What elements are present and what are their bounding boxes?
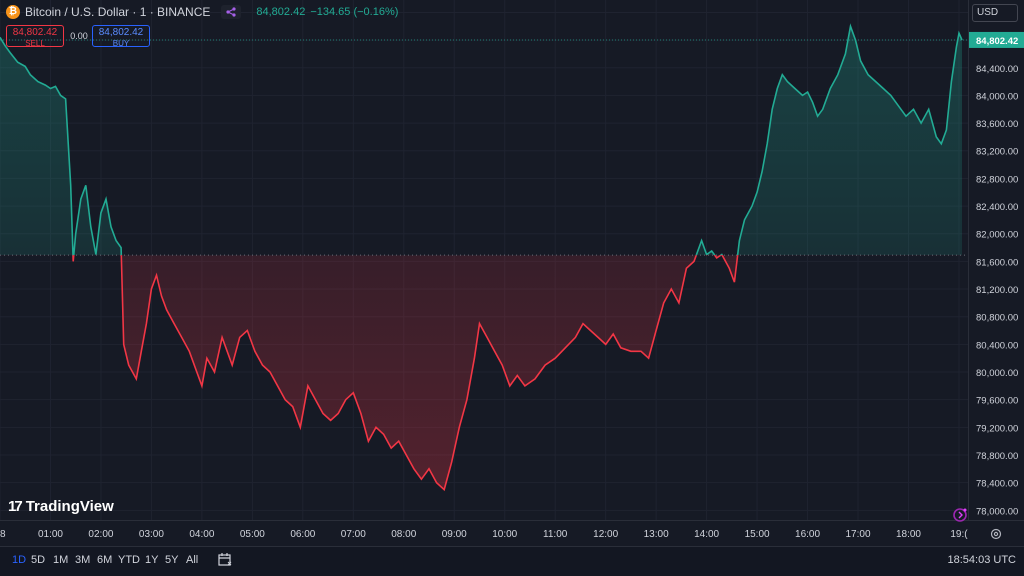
header-price: 84,802.42 [256,6,306,18]
x-tick-label: 04:00 [189,529,214,540]
price-scale[interactable]: 85,200.0084,800.0084,400.0084,000.0083,6… [968,0,1024,520]
price-axis: 85,200.0084,800.0084,400.0084,000.0083,6… [969,8,1024,517]
y-tick-label: 81,200.00 [976,285,1018,296]
utc-clock[interactable]: 18:54:03 UTC [948,554,1016,566]
bitcoin-icon: ₿ [6,5,20,19]
currency-selector[interactable]: USD [972,4,1018,22]
y-tick-label: 83,200.00 [976,147,1018,158]
range-button-5d[interactable]: 5D [31,554,45,566]
x-tick-label: 10:00 [492,529,517,540]
x-tick-label: 14:00 [694,529,719,540]
price-chart[interactable] [0,0,968,520]
x-tick-label: 07:00 [341,529,366,540]
time-axis: 8 01:00 02:00 03:00 04:00 05:00 06:00 07:00 08:0… [0,529,968,540]
y-tick-label: 79,200.00 [976,423,1018,434]
sell-button[interactable]: 84,802.42 SELL [6,25,64,48]
x-tick-label: 19:( [950,529,968,540]
buy-button[interactable]: 84,802.42 BUY [92,25,150,48]
sell-label: SELL [25,39,45,48]
chart-area[interactable] [0,0,968,520]
range-button-1y[interactable]: 1Y [145,554,158,566]
header-change: −134.65 (−0.16%) [310,6,399,18]
x-tick-label: 12:00 [593,529,618,540]
y-tick-label: 80,000.00 [976,368,1018,379]
time-scale[interactable]: 8 01:00 02:00 03:00 04:00 05:00 06:00 07:00 08:0… [0,520,1024,546]
assistant-icon[interactable] [950,505,970,528]
spread-value: 0.00 [70,31,88,41]
tradingview-logo-text: TradingView [25,498,114,515]
x-tick-label: 15:00 [745,529,770,540]
x-tick-label: 09:00 [442,529,467,540]
calendar-icon[interactable] [217,552,233,571]
x-tick-label: 03:00 [139,529,164,540]
x-tick-label: 02:00 [88,529,113,540]
x-tick-label: 8 [0,529,6,540]
y-tick-label: 79,600.00 [976,396,1018,407]
x-tick-label: 05:00 [240,529,265,540]
x-tick-label: 08:00 [391,529,416,540]
y-tick-label: 80,400.00 [976,340,1018,351]
range-button-6m[interactable]: 6M [97,554,112,566]
x-tick-label: 13:00 [644,529,669,540]
x-tick-label: 06:00 [290,529,315,540]
y-tick-label: 80,800.00 [976,313,1018,324]
current-price-label: 84,802.42 [976,36,1018,47]
tradingview-logo-icon: 17 [8,498,23,515]
range-button-1d[interactable]: 1D [12,554,26,566]
share-icon[interactable] [221,5,242,19]
y-tick-label: 82,800.00 [976,174,1018,185]
y-tick-label: 82,400.00 [976,202,1018,213]
y-tick-label: 84,400.00 [976,64,1018,75]
x-tick-label: 17:00 [846,529,871,540]
range-button-3m[interactable]: 3M [75,554,90,566]
y-tick-label: 78,800.00 [976,451,1018,462]
sell-price: 84,802.42 [12,27,58,38]
y-tick-label: 81,600.00 [976,257,1018,268]
x-tick-label: 18:00 [896,529,921,540]
x-tick-label: 11:00 [543,529,568,540]
range-button-ytd[interactable]: YTD [118,554,140,566]
gear-icon[interactable] [989,527,1003,544]
y-tick-label: 84,000.00 [976,91,1018,102]
range-button-5y[interactable]: 5Y [165,554,178,566]
range-button-1m[interactable]: 1M [53,554,68,566]
symbol-title[interactable]: Bitcoin / U.S. Dollar · 1 · BINANCE [25,5,210,19]
buy-price: 84,802.42 [98,27,144,38]
x-tick-label: 16:00 [795,529,820,540]
x-tick-label: 01:00 [38,529,63,540]
range-button-all[interactable]: All [186,554,198,566]
y-tick-label: 83,600.00 [976,119,1018,130]
y-tick-label: 78,400.00 [976,479,1018,490]
buy-label: BUY [112,39,130,48]
chart-header: ₿ Bitcoin / U.S. Dollar · 1 · BINANCE 84… [6,4,398,20]
tradingview-logo[interactable]: 17 TradingView [8,498,114,515]
y-tick-label: 82,000.00 [976,230,1018,241]
y-tick-label: 78,000.00 [976,506,1018,517]
